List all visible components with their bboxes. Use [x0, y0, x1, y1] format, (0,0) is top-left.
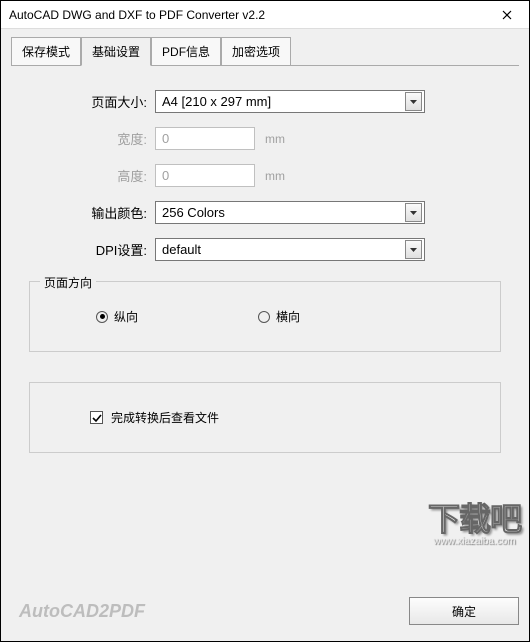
radio-landscape[interactable]: 横向: [258, 308, 300, 325]
close-button[interactable]: [485, 1, 529, 29]
dpi-label: DPI设置:: [25, 240, 155, 259]
height-unit: mm: [265, 169, 285, 183]
open-after-checkbox[interactable]: 完成转换后查看文件: [90, 409, 484, 426]
width-input: [155, 127, 255, 150]
checkbox-icon: [90, 411, 103, 424]
watermark-main: 下载吧: [428, 494, 521, 540]
brand-text: AutoCAD2PDF: [19, 601, 145, 622]
output-color-select[interactable]: 256 Colors: [155, 201, 425, 224]
view-after-fieldset: 完成转换后查看文件: [29, 382, 501, 453]
tab-basic-settings[interactable]: 基础设置: [81, 37, 151, 66]
output-color-value: 256 Colors: [162, 205, 225, 220]
page-size-select[interactable]: A4 [210 x 297 mm]: [155, 90, 425, 113]
window: AutoCAD DWG and DXF to PDF Converter v2.…: [0, 0, 530, 642]
orientation-legend: 页面方向: [40, 274, 96, 291]
output-color-row: 输出颜色: 256 Colors: [25, 201, 505, 224]
chevron-down-icon: [405, 240, 422, 259]
page-size-row: 页面大小: A4 [210 x 297 mm]: [25, 90, 505, 113]
titlebar: AutoCAD DWG and DXF to PDF Converter v2.…: [1, 1, 529, 29]
chevron-down-icon: [405, 92, 422, 111]
page-size-label: 页面大小:: [25, 92, 155, 111]
dpi-select[interactable]: default: [155, 238, 425, 261]
watermark: 下载吧 www.xiazaiba.com: [428, 494, 521, 547]
chevron-down-icon: [405, 203, 422, 222]
radio-portrait-label: 纵向: [114, 308, 138, 325]
dpi-value: default: [162, 242, 201, 257]
watermark-sub: www.xiazaiba.com: [428, 536, 521, 547]
dpi-row: DPI设置: default: [25, 238, 505, 261]
close-icon: [502, 10, 512, 20]
tab-pdf-info[interactable]: PDF信息: [151, 37, 221, 66]
width-row: 宽度: mm: [25, 127, 505, 150]
height-input: [155, 164, 255, 187]
window-title: AutoCAD DWG and DXF to PDF Converter v2.…: [9, 8, 265, 22]
page-size-value: A4 [210 x 297 mm]: [162, 94, 271, 109]
output-color-label: 输出颜色:: [25, 203, 155, 222]
orientation-fieldset: 页面方向 纵向 横向: [29, 281, 501, 352]
orientation-radio-group: 纵向 横向: [46, 308, 484, 325]
height-label: 高度:: [25, 166, 155, 185]
radio-portrait[interactable]: 纵向: [96, 308, 138, 325]
ok-button[interactable]: 确定: [409, 597, 519, 625]
width-label: 宽度:: [25, 129, 155, 148]
tab-bar: 保存模式 基础设置 PDF信息 加密选项: [11, 37, 529, 66]
tab-encrypt-options[interactable]: 加密选项: [221, 37, 291, 66]
height-row: 高度: mm: [25, 164, 505, 187]
tab-content: 页面大小: A4 [210 x 297 mm] 宽度: mm 高度: mm 输出…: [11, 65, 519, 587]
radio-icon: [258, 311, 270, 323]
tab-save-mode[interactable]: 保存模式: [11, 37, 81, 66]
width-unit: mm: [265, 132, 285, 146]
footer: AutoCAD2PDF 确定: [1, 587, 529, 641]
radio-landscape-label: 横向: [276, 308, 300, 325]
radio-icon: [96, 311, 108, 323]
open-after-label: 完成转换后查看文件: [111, 409, 219, 426]
